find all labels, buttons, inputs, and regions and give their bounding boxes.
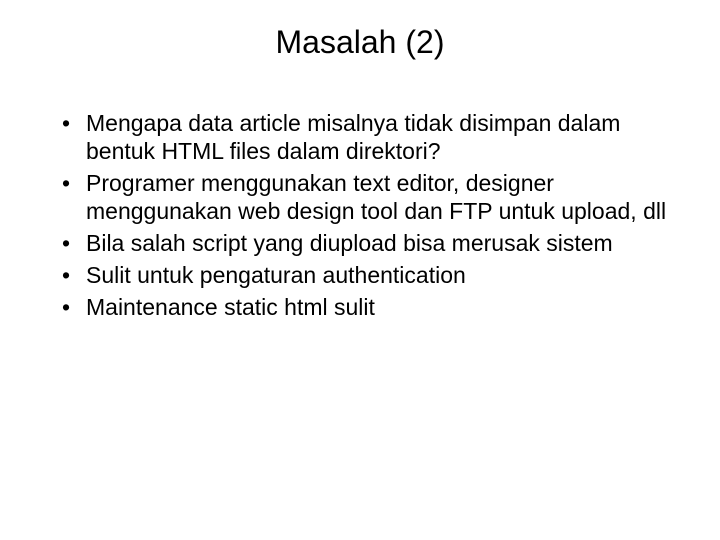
list-item: Mengapa data article misalnya tidak disi… [62,109,680,165]
slide: Masalah (2) Mengapa data article misalny… [0,0,720,540]
list-item: Bila salah script yang diupload bisa mer… [62,229,680,257]
list-item: Programer menggunakan text editor, desig… [62,169,680,225]
bullet-list: Mengapa data article misalnya tidak disi… [40,109,680,321]
slide-title: Masalah (2) [40,24,680,61]
list-item: Maintenance static html sulit [62,293,680,321]
list-item: Sulit untuk pengaturan authentication [62,261,680,289]
